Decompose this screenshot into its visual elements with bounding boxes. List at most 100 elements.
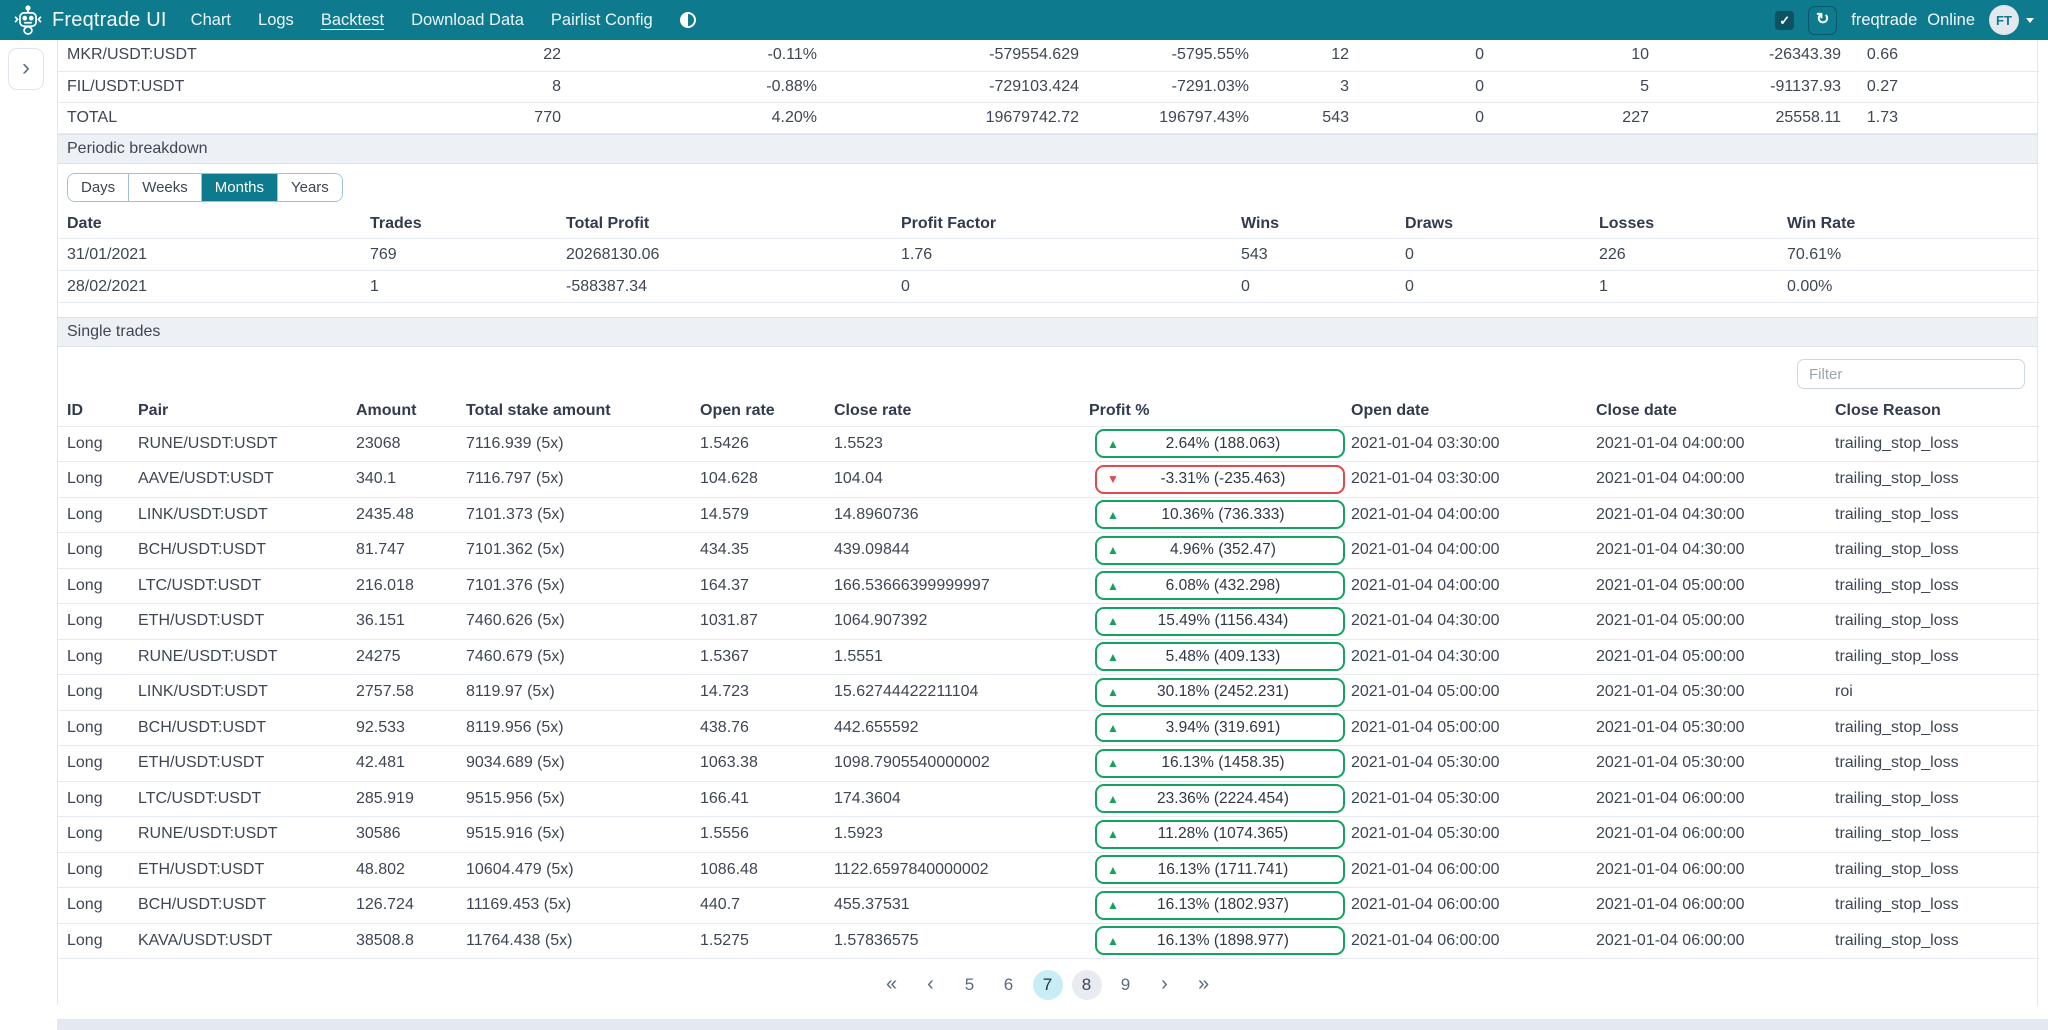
cell: ▲16.13% (1458.35)	[1089, 746, 1351, 782]
cell: 12	[1249, 40, 1349, 71]
table-row[interactable]: LongRUNE/USDT:USDT230687116.939 (5x)1.54…	[58, 426, 2039, 462]
tab-weeks[interactable]: Weeks	[128, 174, 201, 201]
trades-table: IDPairAmountTotal stake amountOpen rateC…	[58, 397, 2039, 959]
cell: trailing_stop_loss	[1835, 781, 2039, 817]
sidebar-expand-button[interactable]: ›	[8, 48, 44, 90]
brand-title: Freqtrade UI	[52, 9, 167, 32]
table-row[interactable]: LongBCH/USDT:USDT81.7477101.362 (5x)434.…	[58, 533, 2039, 569]
table-row[interactable]: LongAAVE/USDT:USDT340.17116.797 (5x)104.…	[58, 462, 2039, 498]
cell: 38508.8	[356, 923, 466, 959]
cell: Long	[58, 923, 138, 959]
triangle-up-icon: ▲	[1107, 864, 1119, 876]
cell: 14.579	[700, 497, 834, 533]
cell: 0	[1241, 271, 1405, 303]
filter-input[interactable]	[1797, 359, 2025, 389]
robot-logo-icon	[14, 5, 42, 35]
table-row: MKR/USDT:USDT22-0.11%-579554.629-5795.55…	[58, 40, 2039, 71]
cell: trailing_stop_loss	[1835, 497, 2039, 533]
theme-toggle-button[interactable]	[680, 12, 696, 28]
cell: KAVA/USDT:USDT	[138, 923, 356, 959]
brand[interactable]: Freqtrade UI	[14, 5, 167, 35]
cell: -0.11%	[561, 40, 817, 71]
cell: 455.37531	[834, 888, 1089, 924]
cell: 0.27	[1841, 71, 2039, 102]
cell: 2021-01-04 04:00:00	[1596, 426, 1835, 462]
single-trades-header: Single trades	[58, 317, 2037, 347]
column-header: Pair	[138, 397, 356, 426]
cell: LINK/USDT:USDT	[138, 675, 356, 711]
cell: RUNE/USDT:USDT	[138, 426, 356, 462]
section-title: Single trades	[67, 323, 160, 341]
table-row[interactable]: LongLINK/USDT:USDT2757.588119.97 (5x)14.…	[58, 675, 2039, 711]
page-6-button[interactable]: 6	[994, 970, 1024, 1000]
cell: 1064.907392	[834, 604, 1089, 640]
nav-link-chart[interactable]: Chart	[191, 11, 231, 30]
cell: 0	[1405, 239, 1599, 271]
page-8-button[interactable]: 8	[1072, 970, 1102, 1000]
table-row[interactable]: LongETH/USDT:USDT36.1517460.626 (5x)1031…	[58, 604, 2039, 640]
cell: 0.66	[1841, 40, 2039, 71]
cell: 285.919	[356, 781, 466, 817]
column-header: Wins	[1241, 210, 1405, 239]
profit-badge: ▲2.64% (188.063)	[1095, 429, 1345, 458]
tab-days[interactable]: Days	[68, 174, 128, 201]
cell: 442.655592	[834, 710, 1089, 746]
page-first-button[interactable]: «	[877, 970, 907, 1000]
profit-badge: ▲16.13% (1898.977)	[1095, 926, 1345, 955]
cell: 2021-01-04 05:30:00	[1351, 746, 1596, 782]
cell: 0	[1349, 102, 1484, 133]
page-5-button[interactable]: 5	[955, 970, 985, 1000]
cell: 36.151	[356, 604, 466, 640]
table-row[interactable]: LongLINK/USDT:USDT2435.487101.373 (5x)14…	[58, 497, 2039, 533]
table-row[interactable]: LongETH/USDT:USDT48.80210604.479 (5x)108…	[58, 852, 2039, 888]
profit-value: 5.48% (409.133)	[1119, 648, 1343, 666]
table-row[interactable]: LongETH/USDT:USDT42.4819034.689 (5x)1063…	[58, 746, 2039, 782]
cell: ETH/USDT:USDT	[138, 852, 356, 888]
user-menu[interactable]: FT	[1989, 5, 2034, 35]
table-row: 31/01/202176920268130.061.76543022670.61…	[58, 239, 2039, 271]
filter-row	[58, 347, 2037, 397]
cell: -91137.93	[1649, 71, 1841, 102]
autorefresh-checkbox[interactable]: ✓	[1775, 11, 1794, 30]
cell: 2021-01-04 04:30:00	[1351, 639, 1596, 675]
page-last-button[interactable]: »	[1189, 970, 1219, 1000]
page-9-button[interactable]: 9	[1111, 970, 1141, 1000]
nav-link-logs[interactable]: Logs	[258, 11, 294, 30]
table-row[interactable]: LongLTC/USDT:USDT216.0187101.376 (5x)164…	[58, 568, 2039, 604]
profit-value: 11.28% (1074.365)	[1119, 825, 1343, 843]
tab-months[interactable]: Months	[201, 174, 277, 201]
cell: Long	[58, 426, 138, 462]
cell: Long	[58, 462, 138, 498]
chevron-down-icon	[2026, 18, 2034, 23]
cell: 1.5556	[700, 817, 834, 853]
nav-link-backtest[interactable]: Backtest	[321, 11, 384, 30]
cell: 11764.438 (5x)	[466, 923, 700, 959]
tab-years[interactable]: Years	[277, 174, 342, 201]
column-header: Open rate	[700, 397, 834, 426]
cell: LTC/USDT:USDT	[138, 781, 356, 817]
cell: 438.76	[700, 710, 834, 746]
nav-link-download-data[interactable]: Download Data	[411, 11, 524, 30]
table-row[interactable]: LongBCH/USDT:USDT126.72411169.453 (5x)44…	[58, 888, 2039, 924]
cell: 1.5275	[700, 923, 834, 959]
page-7-button[interactable]: 7	[1033, 970, 1063, 1000]
triangle-up-icon: ▲	[1107, 757, 1119, 769]
cell: 2757.58	[356, 675, 466, 711]
table-row[interactable]: LongKAVA/USDT:USDT38508.811764.438 (5x)1…	[58, 923, 2039, 959]
navbar: Freqtrade UI Chart Logs Backtest Download D…	[0, 0, 2048, 40]
page-next-button[interactable]: ›	[1150, 970, 1180, 1000]
triangle-down-icon: ▼	[1107, 473, 1119, 485]
table-header-row: DateTradesTotal ProfitProfit FactorWinsD…	[58, 210, 2039, 239]
profit-value: 30.18% (2452.231)	[1119, 683, 1343, 701]
nav-link-pairlist-config[interactable]: Pairlist Config	[551, 11, 653, 30]
cell: 9515.956 (5x)	[466, 781, 700, 817]
profit-value: 2.64% (188.063)	[1119, 435, 1343, 453]
cell: trailing_stop_loss	[1835, 462, 2039, 498]
reload-button[interactable]: ↻	[1808, 6, 1837, 35]
table-row[interactable]: LongRUNE/USDT:USDT242757460.679 (5x)1.53…	[58, 639, 2039, 675]
table-row[interactable]: LongRUNE/USDT:USDT305869515.916 (5x)1.55…	[58, 817, 2039, 853]
table-row[interactable]: LongBCH/USDT:USDT92.5338119.956 (5x)438.…	[58, 710, 2039, 746]
page-prev-button[interactable]: ‹	[916, 970, 946, 1000]
table-row[interactable]: LongLTC/USDT:USDT285.9199515.956 (5x)166…	[58, 781, 2039, 817]
cell: trailing_stop_loss	[1835, 604, 2039, 640]
